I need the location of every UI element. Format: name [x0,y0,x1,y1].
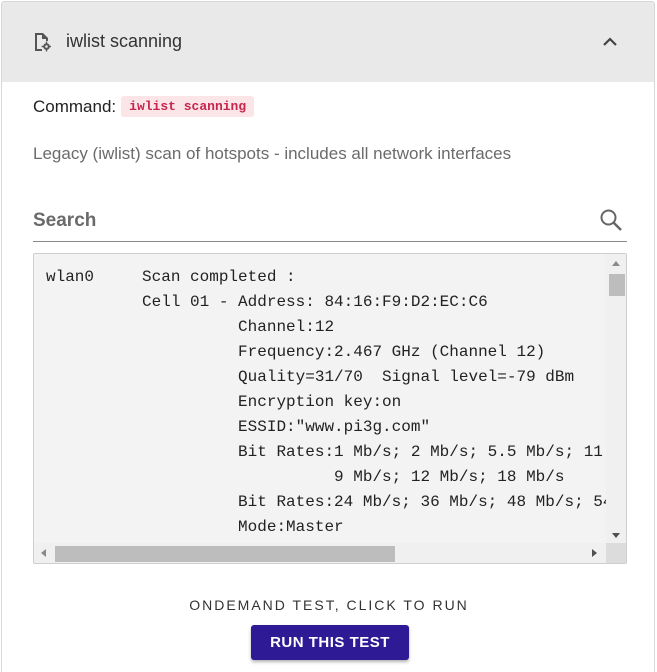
horizontal-scroll-thumb[interactable] [55,546,395,562]
card-header[interactable]: iwlist scanning [2,2,654,82]
command-label: Command: [33,96,117,116]
search-input[interactable] [33,207,583,235]
scrollbar-corner [606,543,626,563]
search-field [33,202,627,242]
output-line: Mode:Master [46,518,344,536]
vertical-scrollbar[interactable] [606,254,626,544]
output-line: Quality=31/70 Signal level=-79 dBm [46,368,575,386]
output-line: Cell 01 - Address: 84:16:F9:D2:EC:C6 [46,293,488,311]
output-line: Bit Rates:24 Mb/s; 36 Mb/s; 48 Mb/s; 54 … [46,493,606,511]
output-line: ESSID:"www.pi3g.com" [46,418,431,436]
card-title: iwlist scanning [66,31,183,51]
test-card: iwlist scanning Command: iwlist scanning… [1,1,655,672]
document-gear-icon [35,33,51,52]
search-icon[interactable] [599,208,623,232]
scroll-right-arrow-icon[interactable] [592,549,597,557]
command-row: Command: iwlist scanning [33,96,255,117]
vertical-scroll-thumb[interactable] [609,274,625,296]
scroll-left-arrow-icon[interactable] [41,549,46,557]
output-line: Encryption key:on [46,393,402,411]
output-line: Bit Rates:1 Mb/s; 2 Mb/s; 5.5 Mb/s; 11 M… [238,443,603,461]
output-line: Frequency:2.467 GHz (Channel 12) [46,343,546,361]
output-panel[interactable]: wlan0 Scan completed : Cell 01 - Address… [33,253,627,564]
test-description: Legacy (iwlist) scan of hotspots - inclu… [33,144,512,163]
scroll-down-arrow-icon[interactable] [612,533,620,538]
horizontal-scrollbar[interactable] [34,543,606,563]
output-line: 9 Mb/s; 12 Mb/s; 18 Mb/s [46,468,565,486]
output-line: wlan0 Scan completed : [46,268,296,286]
scroll-up-arrow-icon[interactable] [612,261,620,266]
ondemand-caption: ONDEMAND TEST, CLICK TO RUN [189,597,469,613]
command-code: iwlist scanning [121,96,255,117]
output-text: wlan0 Scan completed : Cell 01 - Address… [46,265,606,545]
output-line: Channel:12 [46,318,335,336]
run-test-button[interactable]: RUN THIS TEST [251,625,409,660]
chevron-up-icon[interactable] [602,35,618,47]
